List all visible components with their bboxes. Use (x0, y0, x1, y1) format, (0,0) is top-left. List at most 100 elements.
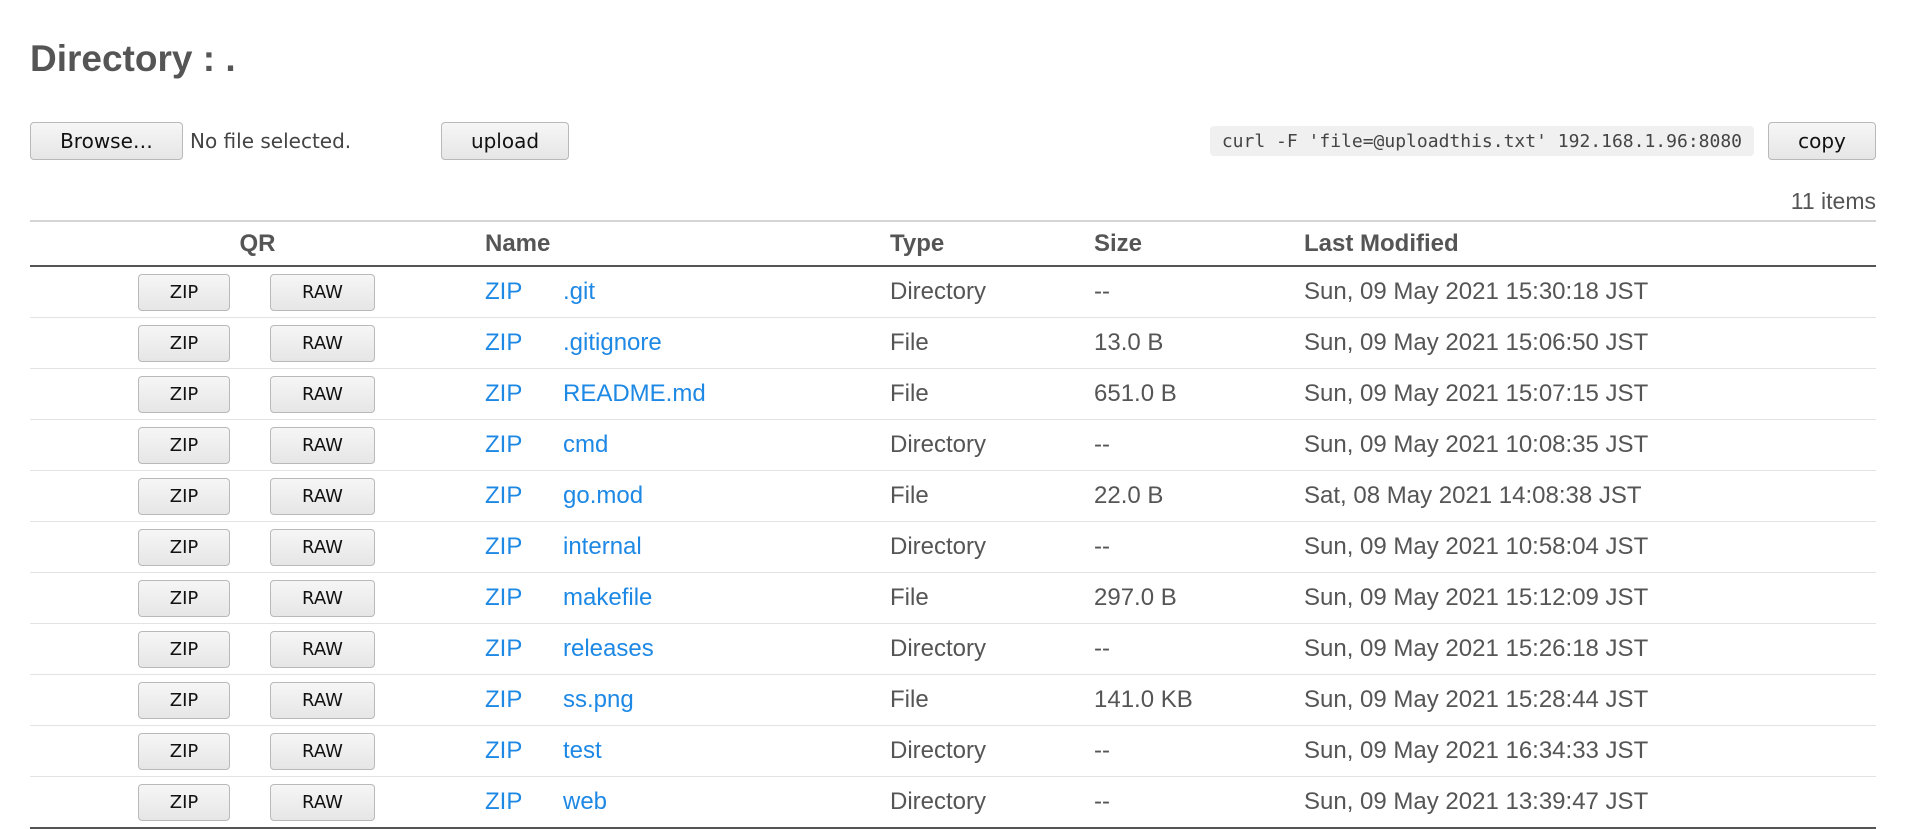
name-cell: ZIP releases (485, 624, 890, 675)
zip-download-link[interactable]: ZIP (485, 737, 563, 765)
table-row: ZIP RAW ZIP .git Directory -- Sun, 09 May… (30, 266, 1876, 318)
qr-raw-button[interactable]: RAW (270, 580, 375, 617)
header-type[interactable]: Type (890, 221, 1094, 266)
qr-zip-button[interactable]: ZIP (138, 478, 230, 515)
type-cell: Directory (890, 635, 987, 662)
file-name-link[interactable]: test (563, 737, 602, 764)
file-name-link[interactable]: releases (563, 635, 654, 662)
zip-download-link[interactable]: ZIP (485, 329, 563, 357)
qr-cell: ZIP RAW (30, 624, 485, 675)
qr-raw-button[interactable]: RAW (270, 325, 375, 362)
table-row: ZIP RAW ZIP internal Directory -- Sun, 09… (30, 522, 1876, 573)
size-cell: -- (1094, 278, 1110, 305)
qr-zip-button[interactable]: ZIP (138, 682, 230, 719)
last-modified-cell: Sun, 09 May 2021 15:28:44 JST (1304, 686, 1649, 713)
type-cell: File (890, 482, 929, 509)
type-cell: Directory (890, 431, 987, 458)
browse-button[interactable]: Browse… (30, 122, 183, 160)
file-name-link[interactable]: go.mod (563, 482, 643, 509)
qr-zip-button[interactable]: ZIP (138, 580, 230, 617)
table-row: ZIP RAW ZIP .gitignore File 13.0 B Sun, 0… (30, 318, 1876, 369)
qr-raw-button[interactable]: RAW (270, 478, 375, 515)
file-name-link[interactable]: README.md (563, 380, 706, 407)
last-modified-cell: Sun, 09 May 2021 10:58:04 JST (1304, 533, 1649, 560)
qr-cell: ZIP RAW (30, 266, 485, 318)
qr-zip-button[interactable]: ZIP (138, 631, 230, 668)
zip-download-link[interactable]: ZIP (485, 788, 563, 816)
table-row: ZIP RAW ZIP ss.png File 141.0 KB Sun, 09 … (30, 675, 1876, 726)
file-name-link[interactable]: .gitignore (563, 329, 662, 356)
last-modified-cell: Sun, 09 May 2021 16:34:33 JST (1304, 737, 1649, 764)
item-count: 11 items (1790, 188, 1876, 214)
name-cell: ZIP .gitignore (485, 318, 890, 369)
zip-download-link[interactable]: ZIP (485, 431, 563, 459)
file-name-link[interactable]: web (563, 788, 607, 815)
qr-raw-button[interactable]: RAW (270, 529, 375, 566)
qr-zip-button[interactable]: ZIP (138, 325, 230, 362)
size-cell: 141.0 KB (1094, 686, 1193, 713)
qr-zip-button[interactable]: ZIP (138, 376, 230, 413)
qr-raw-button[interactable]: RAW (270, 733, 375, 770)
zip-download-link[interactable]: ZIP (485, 533, 563, 561)
file-name-link[interactable]: makefile (563, 584, 652, 611)
type-cell: Directory (890, 533, 987, 560)
file-name-link[interactable]: .git (563, 278, 595, 305)
qr-raw-button[interactable]: RAW (270, 427, 375, 464)
qr-zip-button[interactable]: ZIP (138, 733, 230, 770)
table-row: ZIP RAW ZIP web Directory -- Sun, 09 May … (30, 777, 1876, 829)
qr-raw-button[interactable]: RAW (270, 682, 375, 719)
table-row: ZIP RAW ZIP README.md File 651.0 B Sun, 0… (30, 369, 1876, 420)
qr-zip-button[interactable]: ZIP (138, 529, 230, 566)
type-cell: Directory (890, 737, 987, 764)
zip-download-link[interactable]: ZIP (485, 686, 563, 714)
qr-cell: ZIP RAW (30, 471, 485, 522)
qr-raw-button[interactable]: RAW (270, 376, 375, 413)
zip-download-link[interactable]: ZIP (485, 635, 563, 663)
qr-cell: ZIP RAW (30, 675, 485, 726)
name-cell: ZIP README.md (485, 369, 890, 420)
file-name-link[interactable]: cmd (563, 431, 608, 458)
size-cell: -- (1094, 431, 1110, 458)
file-name-link[interactable]: ss.png (563, 686, 634, 713)
table-row: ZIP RAW ZIP go.mod File 22.0 B Sat, 08 Ma… (30, 471, 1876, 522)
qr-zip-button[interactable]: ZIP (138, 274, 230, 311)
name-cell: ZIP internal (485, 522, 890, 573)
qr-cell: ZIP RAW (30, 726, 485, 777)
upload-form: Browse… No file selected. upload curl -F… (30, 122, 1876, 160)
last-modified-cell: Sun, 09 May 2021 15:26:18 JST (1304, 635, 1649, 662)
qr-cell: ZIP RAW (30, 573, 485, 624)
last-modified-cell: Sun, 09 May 2021 15:07:15 JST (1304, 380, 1649, 407)
size-cell: -- (1094, 788, 1110, 815)
table-row: ZIP RAW ZIP releases Directory -- Sun, 09… (30, 624, 1876, 675)
qr-raw-button[interactable]: RAW (270, 631, 375, 668)
upload-button[interactable]: upload (441, 122, 569, 160)
zip-download-link[interactable]: ZIP (485, 278, 563, 306)
name-cell: ZIP cmd (485, 420, 890, 471)
size-cell: -- (1094, 533, 1110, 560)
name-cell: ZIP .git (485, 266, 890, 318)
file-name-link[interactable]: internal (563, 533, 642, 560)
zip-download-link[interactable]: ZIP (485, 584, 563, 612)
name-cell: ZIP web (485, 777, 890, 829)
qr-raw-button[interactable]: RAW (270, 274, 375, 311)
zip-download-link[interactable]: ZIP (485, 482, 563, 510)
qr-raw-button[interactable]: RAW (270, 784, 375, 821)
qr-zip-button[interactable]: ZIP (138, 784, 230, 821)
name-cell: ZIP makefile (485, 573, 890, 624)
size-cell: 22.0 B (1094, 482, 1164, 509)
size-cell: -- (1094, 635, 1110, 662)
zip-download-link[interactable]: ZIP (485, 380, 563, 408)
qr-cell: ZIP RAW (30, 522, 485, 573)
header-last-modified[interactable]: Last Modified (1304, 221, 1876, 266)
header-name[interactable]: Name (485, 221, 890, 266)
size-cell: 13.0 B (1094, 329, 1164, 356)
name-cell: ZIP go.mod (485, 471, 890, 522)
qr-cell: ZIP RAW (30, 369, 485, 420)
copy-button[interactable]: copy (1768, 122, 1876, 160)
size-cell: -- (1094, 737, 1110, 764)
header-size[interactable]: Size (1094, 221, 1304, 266)
last-modified-cell: Sun, 09 May 2021 15:30:18 JST (1304, 278, 1649, 305)
name-cell: ZIP ss.png (485, 675, 890, 726)
qr-zip-button[interactable]: ZIP (138, 427, 230, 464)
type-cell: File (890, 584, 929, 611)
